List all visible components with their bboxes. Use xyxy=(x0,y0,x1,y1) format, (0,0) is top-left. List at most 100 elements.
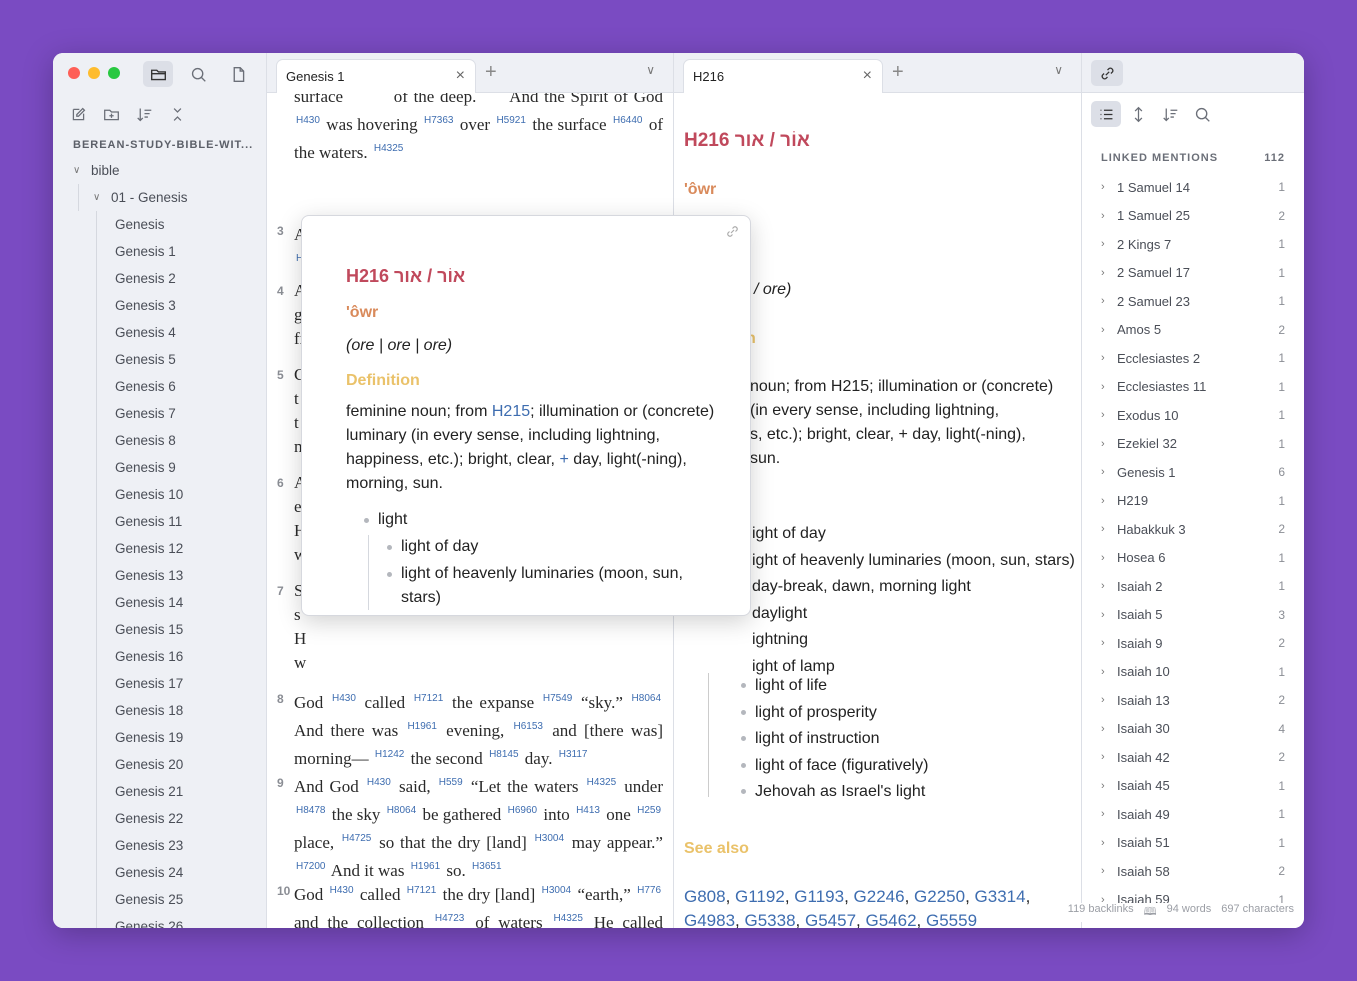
new-note-icon[interactable] xyxy=(65,101,92,127)
sidebar-file-item[interactable]: Genesis 16 xyxy=(97,643,267,670)
linked-mention-item[interactable]: › Isaiah 42 2 xyxy=(1101,743,1285,772)
chevron-right-icon[interactable]: › xyxy=(1101,438,1113,450)
sidebar-file-item[interactable]: Genesis 6 xyxy=(97,373,267,400)
chevron-right-icon[interactable]: › xyxy=(1101,324,1113,336)
linked-mention-item[interactable]: › Isaiah 45 1 xyxy=(1101,772,1285,801)
see-also-link[interactable]: G4983 xyxy=(684,911,735,928)
sidebar-file-item[interactable]: Genesis 5 xyxy=(97,346,267,373)
chevron-right-icon[interactable]: › xyxy=(1101,552,1113,564)
linked-mention-item[interactable]: › Isaiah 9 2 xyxy=(1101,629,1285,658)
linked-mention-item[interactable]: › Ezekiel 32 1 xyxy=(1101,430,1285,459)
linked-mention-item[interactable]: › Isaiah 13 2 xyxy=(1101,686,1285,715)
new-tab-icon[interactable]: + xyxy=(892,61,904,84)
search-icon[interactable] xyxy=(183,61,213,87)
list-view-icon[interactable] xyxy=(1091,101,1121,127)
linked-mention-item[interactable]: › Isaiah 5 3 xyxy=(1101,601,1285,630)
backlinks-count[interactable]: 119 backlinks xyxy=(1068,903,1134,922)
chevron-right-icon[interactable]: › xyxy=(1101,267,1113,279)
chevron-right-icon[interactable]: › xyxy=(1101,694,1113,706)
chevron-right-icon[interactable]: › xyxy=(1101,723,1113,735)
collapse-all-icon[interactable] xyxy=(164,101,191,127)
sidebar-file-item[interactable]: Genesis 12 xyxy=(97,535,267,562)
see-also-link[interactable]: G808 xyxy=(684,887,726,906)
linked-mention-item[interactable]: › H219 1 xyxy=(1101,487,1285,516)
search-icon[interactable] xyxy=(1187,101,1217,127)
sidebar-file-item[interactable]: Genesis 7 xyxy=(97,400,267,427)
linked-mention-item[interactable]: › Isaiah 49 1 xyxy=(1101,800,1285,829)
linked-mention-item[interactable]: › Isaiah 58 2 xyxy=(1101,857,1285,886)
sidebar-file-item[interactable]: Genesis 13 xyxy=(97,562,267,589)
sidebar-file-item[interactable]: Genesis 3 xyxy=(97,292,267,319)
see-also-link[interactable]: G5457 xyxy=(805,911,856,928)
sidebar-file-item[interactable]: Genesis 21 xyxy=(97,778,267,805)
expand-icon[interactable] xyxy=(1123,101,1153,127)
chevron-right-icon[interactable]: › xyxy=(1101,609,1113,621)
chevron-right-icon[interactable]: › xyxy=(1101,580,1113,592)
sidebar-file-item[interactable]: Genesis 10 xyxy=(97,481,267,508)
chevron-right-icon[interactable]: › xyxy=(1101,666,1113,678)
chevron-right-icon[interactable]: › xyxy=(1101,523,1113,535)
chevron-right-icon[interactable]: › xyxy=(1101,466,1113,478)
tab-genesis-1[interactable]: Genesis 1 × xyxy=(276,59,476,93)
linked-mention-item[interactable]: › 2 Samuel 17 1 xyxy=(1101,259,1285,288)
close-icon[interactable]: × xyxy=(863,67,872,85)
close-window-button[interactable] xyxy=(68,67,80,79)
folder-icon[interactable] xyxy=(143,61,173,87)
see-also-link[interactable]: G2246 xyxy=(854,887,905,906)
tab-h216[interactable]: H216 × xyxy=(683,59,883,93)
chevron-right-icon[interactable]: › xyxy=(1101,751,1113,763)
close-icon[interactable]: × xyxy=(456,67,465,85)
chevron-right-icon[interactable]: › xyxy=(1101,295,1113,307)
vault-name[interactable]: BEREAN-STUDY-BIBLE-WIT... xyxy=(73,139,253,151)
see-also-link[interactable]: G1192 xyxy=(735,887,785,906)
chevron-right-icon[interactable]: › xyxy=(1101,637,1113,649)
see-also-link[interactable]: G5559 xyxy=(926,911,977,928)
linked-mention-item[interactable]: › Genesis 1 6 xyxy=(1101,458,1285,487)
sidebar-file-item[interactable]: Genesis 25 xyxy=(97,886,267,913)
see-also-link[interactable]: G5462 xyxy=(866,911,917,928)
linked-mention-item[interactable]: › Exodus 10 1 xyxy=(1101,401,1285,430)
linked-mention-item[interactable]: › Ecclesiastes 11 1 xyxy=(1101,373,1285,402)
linked-mention-item[interactable]: › Amos 5 2 xyxy=(1101,316,1285,345)
sidebar-file-item[interactable]: Genesis xyxy=(97,211,267,238)
folder-01-genesis[interactable]: ∨ 01 - Genesis xyxy=(78,184,267,211)
sidebar-file-item[interactable]: Genesis 18 xyxy=(97,697,267,724)
plus-link[interactable]: + xyxy=(559,451,568,468)
hover-preview-popover[interactable]: H216 אוֹר / אור 'ôwr (ore | ore | ore) D… xyxy=(301,215,751,616)
chevron-right-icon[interactable]: › xyxy=(1101,780,1113,792)
see-also-link[interactable]: G5338 xyxy=(745,911,796,928)
new-tab-icon[interactable]: + xyxy=(485,61,497,84)
bookmark-file-icon[interactable] xyxy=(223,61,253,87)
sidebar-file-item[interactable]: Genesis 2 xyxy=(97,265,267,292)
linked-mention-item[interactable]: › Isaiah 51 1 xyxy=(1101,829,1285,858)
sidebar-file-item[interactable]: Genesis 4 xyxy=(97,319,267,346)
sidebar-file-item[interactable]: Genesis 20 xyxy=(97,751,267,778)
linked-mention-item[interactable]: › Habakkuk 3 2 xyxy=(1101,515,1285,544)
linked-mentions-header[interactable]: LINKED MENTIONS 112 xyxy=(1101,152,1285,164)
chevron-down-icon[interactable]: ∨ xyxy=(1054,63,1063,77)
linked-mention-item[interactable]: › Isaiah 2 1 xyxy=(1101,572,1285,601)
chevron-right-icon[interactable]: › xyxy=(1101,210,1113,222)
chevron-right-icon[interactable]: › xyxy=(1101,837,1113,849)
linked-mention-item[interactable]: › 2 Kings 7 1 xyxy=(1101,230,1285,259)
see-also-link[interactable]: G3314 xyxy=(975,887,1026,906)
sidebar-file-item[interactable]: Genesis 8 xyxy=(97,427,267,454)
sidebar-file-item[interactable]: Genesis 22 xyxy=(97,805,267,832)
sidebar-file-item[interactable]: Genesis 19 xyxy=(97,724,267,751)
sidebar-file-item[interactable]: Genesis 17 xyxy=(97,670,267,697)
zoom-window-button[interactable] xyxy=(108,67,120,79)
chevron-right-icon[interactable]: › xyxy=(1101,181,1113,193)
folder-bible[interactable]: ∨ bible xyxy=(53,157,267,184)
chevron-right-icon[interactable]: › xyxy=(1101,381,1113,393)
sidebar-file-item[interactable]: Genesis 24 xyxy=(97,859,267,886)
linked-mention-item[interactable]: › Hosea 6 1 xyxy=(1101,544,1285,573)
new-folder-icon[interactable] xyxy=(98,101,125,127)
linked-mention-item[interactable]: › 1 Samuel 14 1 xyxy=(1101,173,1285,202)
see-also-link[interactable]: G2250 xyxy=(914,887,965,906)
chevron-right-icon[interactable]: › xyxy=(1101,409,1113,421)
sort-icon[interactable] xyxy=(131,101,158,127)
link-icon[interactable] xyxy=(725,224,740,244)
chevron-right-icon[interactable]: › xyxy=(1101,865,1113,877)
linked-mention-item[interactable]: › 2 Samuel 23 1 xyxy=(1101,287,1285,316)
book-icon[interactable]: 🕮 xyxy=(1144,903,1157,922)
